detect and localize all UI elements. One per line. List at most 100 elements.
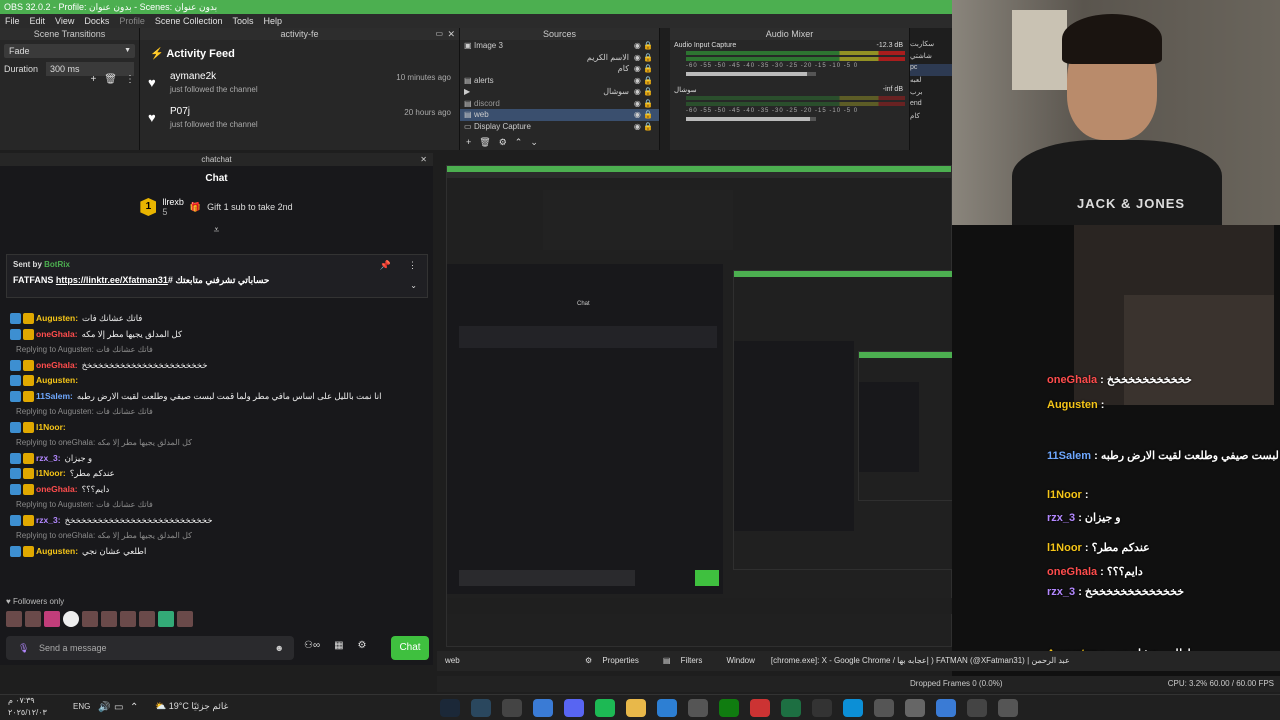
xbox-icon[interactable] [719, 699, 739, 717]
emote[interactable] [177, 611, 193, 627]
folder-icon[interactable] [626, 699, 646, 717]
source-item[interactable]: الاسم الكريم ◉ 🔒 [460, 52, 659, 64]
gear-icon[interactable]: ⚙ [499, 137, 507, 148]
feed-item[interactable]: ♥ aymane2k just followed the channel 10 … [140, 67, 459, 102]
emote[interactable] [139, 611, 155, 627]
app-icon[interactable] [967, 699, 987, 717]
excel-icon[interactable] [781, 699, 801, 717]
visibility-icon[interactable]: ◉ 🔒 [634, 98, 653, 110]
clock[interactable]: ٠٧:٣٩ م ٢٠٢٥/١٢/٠٣ [8, 695, 47, 719]
chat-username[interactable]: 11Salem: [36, 389, 73, 405]
chat-username[interactable]: oneGhala: [36, 482, 78, 498]
source-item[interactable]: ▤ discord ◉ 🔒 [460, 98, 659, 110]
properties-button[interactable]: ⚙ Properties [577, 651, 655, 671]
visibility-icon[interactable]: ◉ 🔒 [634, 40, 653, 52]
store-icon[interactable] [657, 699, 677, 717]
message-input[interactable]: 🎙 Send a message ☻ [6, 636, 294, 660]
visibility-icon[interactable]: ◉ 🔒 [634, 63, 653, 75]
menu-file[interactable]: File [0, 14, 25, 28]
emote[interactable] [101, 611, 117, 627]
obs-icon[interactable] [502, 699, 522, 717]
spotify-icon[interactable] [595, 699, 615, 717]
chat-send-button[interactable]: Chat [391, 636, 429, 660]
points-icon[interactable]: ⚇∞ [304, 640, 320, 651]
network-icon[interactable]: ▭ [114, 702, 123, 713]
settings-icon[interactable] [905, 699, 925, 717]
gear-icon[interactable]: ⚙ [358, 640, 367, 651]
language-indicator[interactable]: ENG [73, 702, 90, 711]
menu-view[interactable]: View [50, 14, 79, 28]
chevron-down-icon[interactable]: ⌄ [410, 281, 417, 290]
app-icon[interactable] [750, 699, 770, 717]
collapse-icon[interactable]: ⩡ [0, 225, 433, 236]
chrome-icon[interactable] [533, 699, 553, 717]
pinned-link[interactable]: https://linktr.ee/Xfatman31 [56, 275, 168, 285]
app-icon[interactable] [998, 699, 1018, 717]
visibility-icon[interactable]: ◉ 🔒 [634, 52, 653, 64]
menu-dots-icon[interactable]: ⋮ [408, 260, 417, 271]
add-icon[interactable]: + [466, 137, 471, 148]
visibility-icon[interactable]: ◉ 🔒 [634, 121, 653, 133]
emote[interactable] [6, 611, 22, 627]
chevron-down-icon[interactable]: ⌄ [530, 137, 538, 148]
speaker-icon[interactable]: 🔊 [98, 702, 110, 713]
steam-icon[interactable] [440, 699, 460, 717]
store-icon[interactable]: ▦ [334, 640, 343, 651]
menu-tools[interactable]: Tools [227, 14, 258, 28]
emoji-icon[interactable]: ☻ [275, 636, 284, 660]
emote[interactable] [44, 611, 60, 627]
chat-username[interactable]: oneGhala: [36, 358, 78, 374]
source-item[interactable]: ▭ Display Capture ◉ 🔒 [460, 121, 659, 133]
chat-username[interactable]: oneGhala: [36, 327, 78, 343]
scene-item[interactable]: end [910, 100, 952, 112]
weather-widget[interactable]: ⛅ 19°C غائم جزئيًا [155, 701, 228, 712]
menu-profile[interactable]: Profile [114, 14, 150, 28]
app-icon[interactable] [812, 699, 832, 717]
chevron-up-icon[interactable]: ⌃ [515, 137, 523, 148]
feed-item[interactable]: ♥ P07j just followed the channel 20 hour… [140, 102, 459, 137]
source-item[interactable]: كام ◉ 🔒 [460, 63, 659, 75]
chat-username[interactable]: Augusten: [36, 311, 78, 327]
emote[interactable] [120, 611, 136, 627]
emote[interactable] [158, 611, 174, 627]
filters-button[interactable]: ▤ Filters [655, 651, 719, 671]
volume-slider[interactable] [686, 72, 816, 76]
close-icon[interactable]: ✕ [420, 153, 427, 166]
app-icon[interactable] [874, 699, 894, 717]
mic-icon[interactable]: 🎙 [18, 636, 29, 660]
edge-icon[interactable] [843, 699, 863, 717]
source-item[interactable]: ▤ alerts ◉ 🔒 [460, 75, 659, 87]
scene-item[interactable]: كام [910, 112, 952, 124]
sub-cta[interactable]: Gift 1 sub to take 2nd [207, 202, 293, 212]
scene-item-active[interactable]: pc [910, 64, 952, 76]
emote[interactable] [25, 611, 41, 627]
chat-username[interactable]: Augusten: [36, 373, 78, 389]
visibility-icon[interactable]: ◉ 🔒 [634, 75, 653, 87]
menu-docks[interactable]: Docks [79, 14, 114, 28]
app-icon[interactable] [936, 699, 956, 717]
emote[interactable] [63, 611, 79, 627]
app-icon[interactable] [688, 699, 708, 717]
menu-dots-icon[interactable]: ⋮ [125, 74, 135, 85]
program-preview[interactable]: Chat [446, 165, 952, 647]
chat-username[interactable]: Augusten: [36, 544, 78, 560]
float-icon[interactable]: ▭ [435, 28, 443, 40]
scene-item[interactable]: شاشتي [910, 52, 952, 64]
chat-username[interactable]: rzx_3: [36, 513, 61, 529]
visibility-icon[interactable]: ◉ 🔒 [634, 86, 653, 98]
add-icon[interactable]: + [90, 74, 96, 85]
source-item[interactable]: ▣ Image 3 ◉ 🔒 [460, 40, 659, 52]
scene-item[interactable]: سكاربت [910, 40, 952, 52]
trash-icon[interactable]: 🗑 [104, 74, 117, 85]
discord-icon[interactable] [564, 699, 584, 717]
chat-username[interactable]: l1Noor: [36, 420, 66, 436]
window-select[interactable]: [chrome.exe]: X - Google Chrome / إعجابه… [763, 651, 1203, 671]
chat-username[interactable]: l1Noor: [36, 466, 66, 482]
emote[interactable] [82, 611, 98, 627]
chevron-up-icon[interactable]: ⌃ [130, 702, 138, 713]
scene-item[interactable]: برب [910, 88, 952, 100]
visibility-icon[interactable]: ◉ 🔒 [634, 109, 653, 121]
trash-icon[interactable]: 🗑 [479, 137, 490, 148]
close-icon[interactable]: ✕ [447, 28, 455, 40]
volume-slider[interactable] [686, 117, 816, 121]
